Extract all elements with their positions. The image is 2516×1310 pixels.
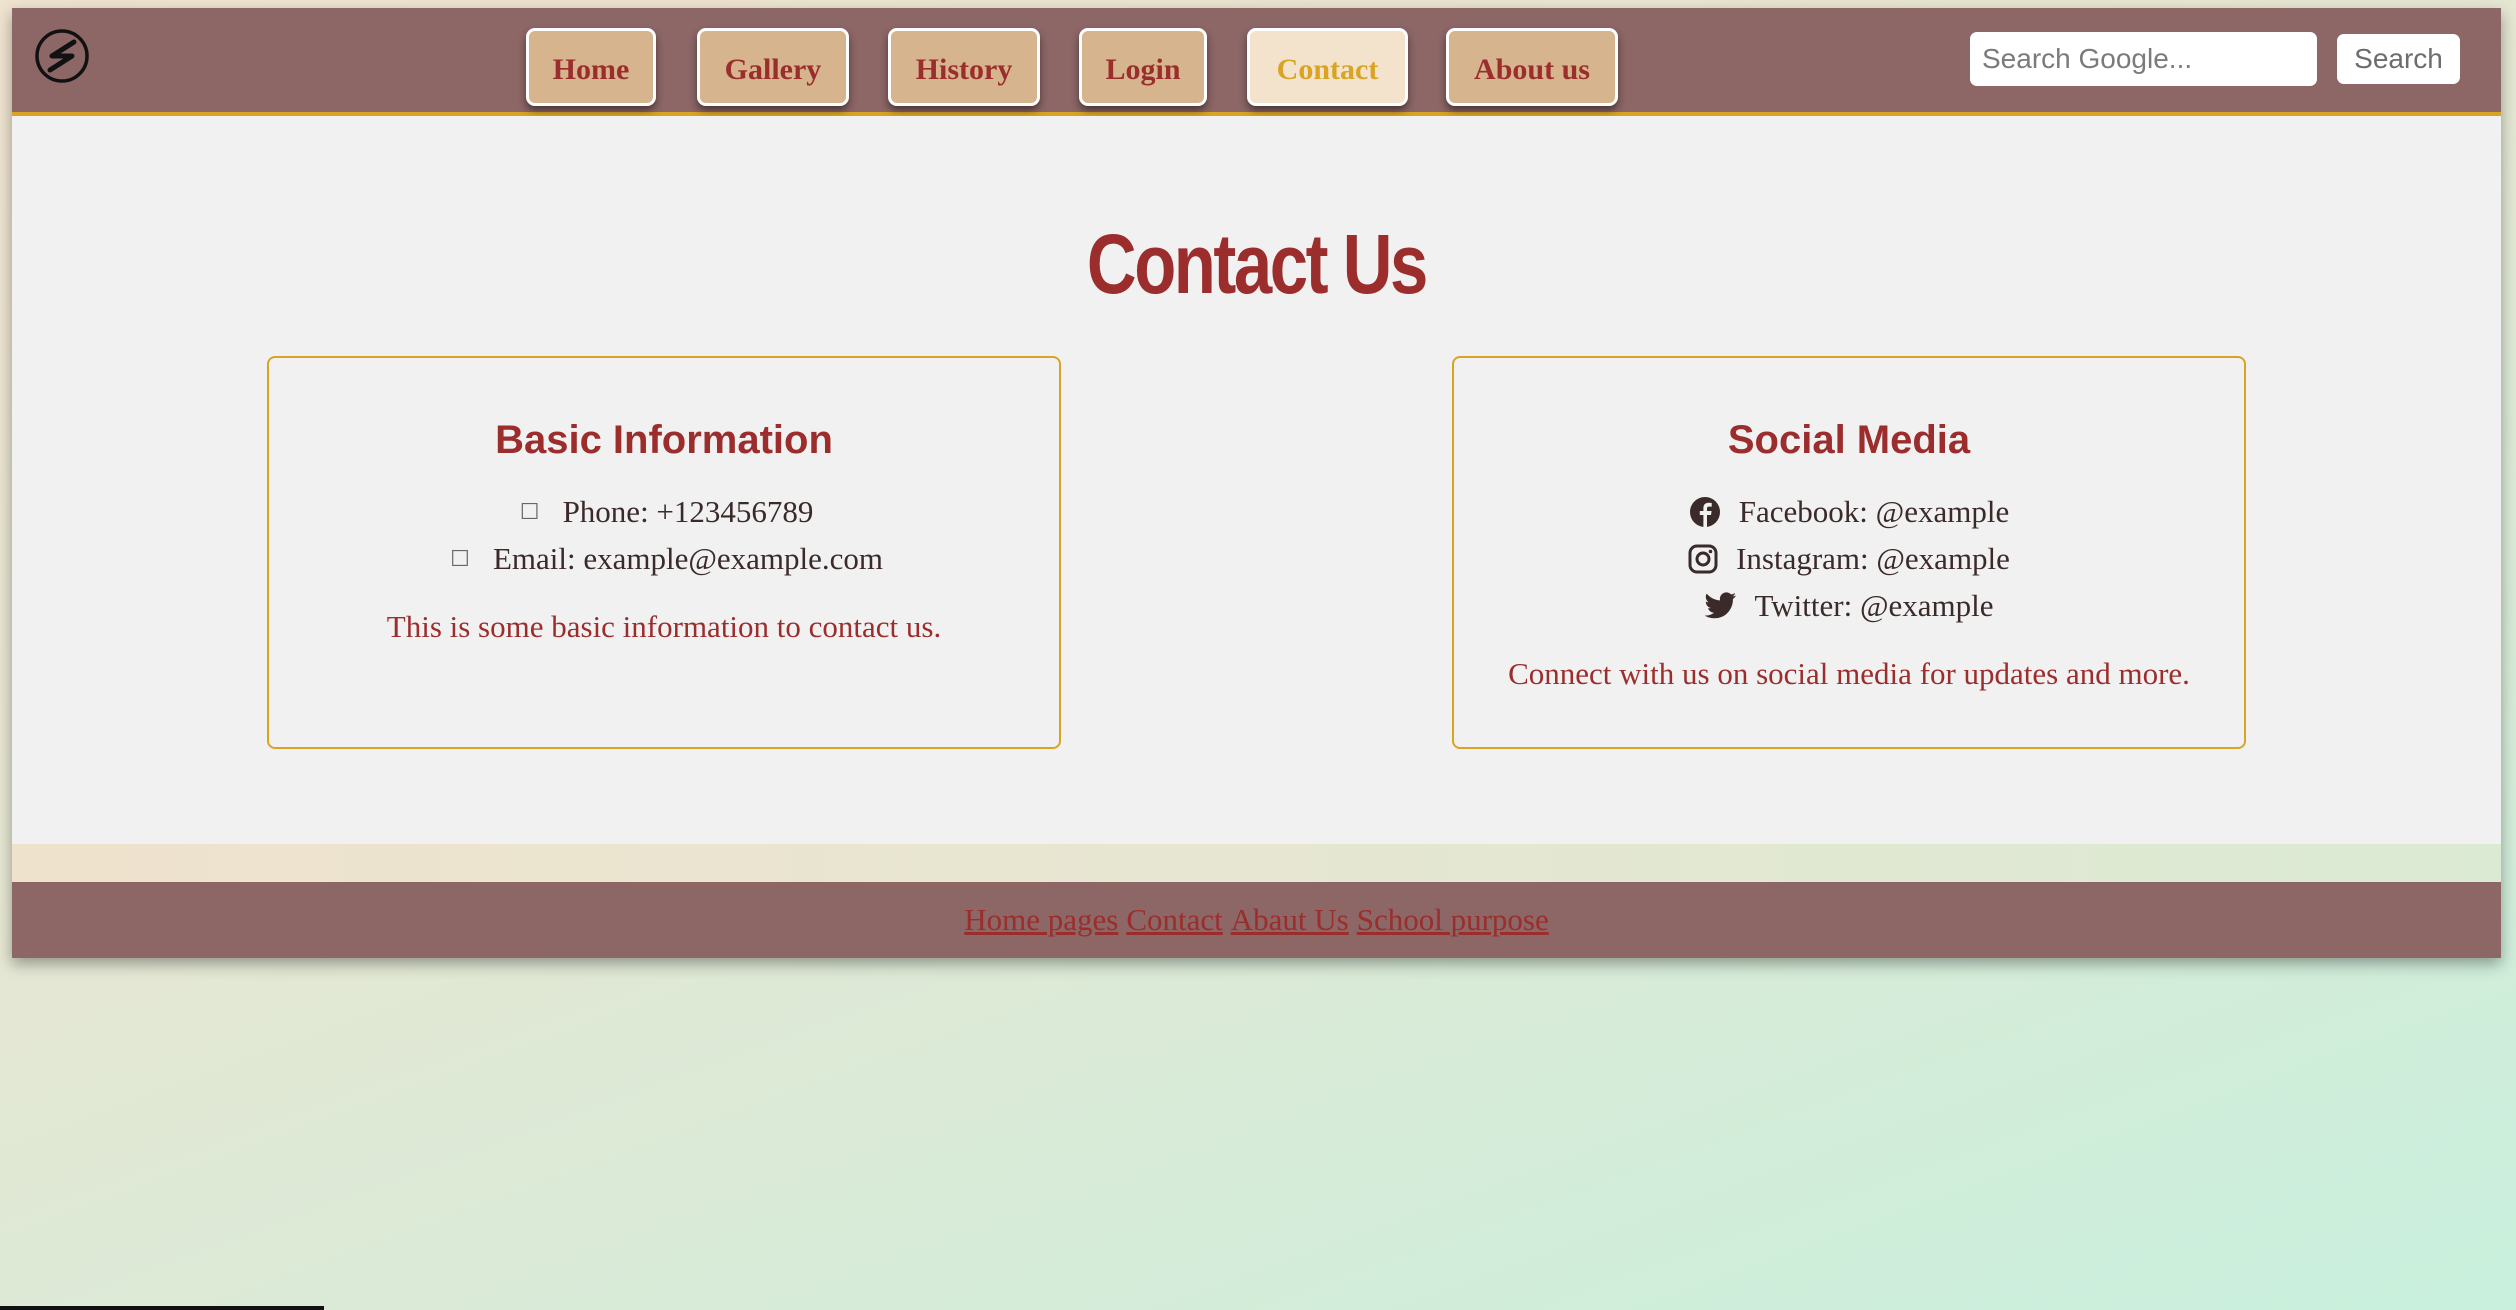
nav-contact-button[interactable]: Contact (1247, 28, 1408, 106)
search-button[interactable]: Search (2337, 34, 2460, 84)
instagram-icon[interactable] (1688, 544, 1718, 574)
search-input[interactable] (1970, 32, 2317, 86)
email-icon: ☐ (450, 546, 470, 571)
nav-login-button[interactable]: Login (1079, 28, 1207, 106)
basic-info-description: This is some basic information to contac… (386, 609, 942, 644)
page-container: Home Gallery History Login Contact About… (12, 8, 2501, 958)
nav-home-button[interactable]: Home (526, 28, 656, 106)
page-title: Contact Us (1086, 217, 1428, 311)
basic-info-card: Basic Information ☐ Phone: +123456789 ☐ … (267, 356, 1061, 749)
bottom-scroll-indicator (0, 1306, 324, 1310)
phone-line: ☐ Phone: +123456789 (269, 494, 1059, 530)
social-media-title: Social Media (1727, 418, 1971, 462)
logo-icon[interactable] (34, 28, 90, 84)
instagram-line: Instagram: @example (1454, 541, 2244, 577)
twitter-icon[interactable] (1704, 592, 1737, 620)
site-footer: Home pages Contact Abaut Us School purpo… (12, 882, 2501, 958)
main-content: Contact Us Basic Information ☐ Phone: +1… (12, 116, 2501, 844)
email-line: ☐ Email: example@example.com (269, 541, 1059, 577)
twitter-line: Twitter: @example (1454, 588, 2244, 624)
social-media-card: Social Media Facebook: @example Instagra… (1452, 356, 2246, 749)
facebook-icon[interactable] (1689, 496, 1721, 528)
phone-icon: ☐ (519, 499, 540, 524)
nav-about-button[interactable]: About us (1446, 28, 1618, 106)
footer-link-home-pages[interactable]: Home pages (964, 902, 1118, 937)
footer-link-contact[interactable]: Contact (1126, 902, 1222, 937)
social-media-description: Connect with us on social media for upda… (1508, 656, 2190, 691)
facebook-line: Facebook: @example (1454, 494, 2244, 530)
nav-history-button[interactable]: History (888, 28, 1040, 106)
email-text: Email: example@example.com (492, 541, 884, 576)
footer-link-school-purpose[interactable]: School purpose (1357, 902, 1549, 937)
footer-separator-strip (12, 844, 2501, 886)
nav-gallery-button[interactable]: Gallery (697, 28, 849, 106)
footer-link-about-us[interactable]: Abaut Us (1231, 902, 1349, 937)
facebook-text: Facebook: @example (1738, 494, 2010, 529)
site-header: Home Gallery History Login Contact About… (12, 8, 2501, 116)
phone-text: Phone: +123456789 (562, 494, 814, 529)
basic-info-title: Basic Information (495, 418, 833, 462)
instagram-text: Instagram: @example (1736, 541, 2010, 576)
twitter-text: Twitter: @example (1754, 588, 1994, 623)
